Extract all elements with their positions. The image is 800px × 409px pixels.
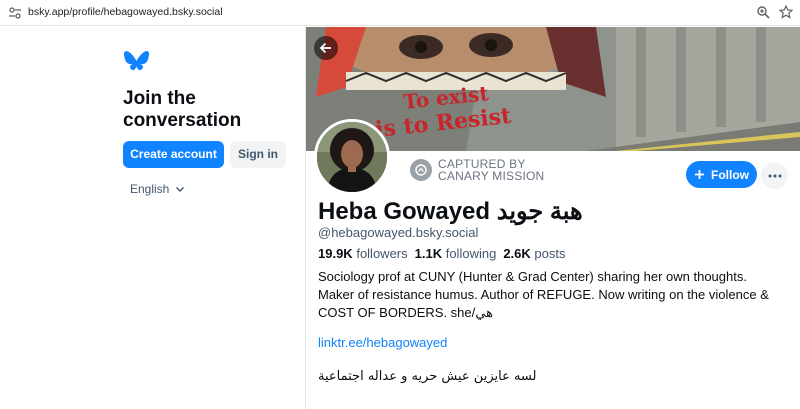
profile-stats: 19.9K followers 1.1K following 2.6K post… (318, 246, 565, 261)
more-options-button[interactable] (761, 162, 788, 189)
join-title: Join the conversation (123, 88, 242, 131)
posts-label: posts (534, 246, 566, 261)
following-stat[interactable]: 1.1K following (415, 246, 497, 261)
bio-arabic-text: لسه عايزين عيش حريه و عداله اجتماعية (318, 369, 537, 384)
canary-mission-icon (410, 159, 432, 181)
posts-stat: 2.6K posts (503, 246, 565, 261)
site-settings-icon[interactable] (8, 6, 22, 20)
following-count: 1.1K (414, 246, 443, 261)
posts-count: 2.6K (503, 246, 531, 261)
display-name: Heba Gowayed هبة جويد (318, 198, 583, 225)
bio-line-2: Maker of resistance humus. Author of REF… (318, 287, 769, 302)
more-dots-icon (768, 174, 781, 177)
back-button[interactable] (314, 36, 338, 60)
address-bar[interactable]: bsky.app/profile/hebagowayed.bsky.social (0, 0, 800, 26)
captured-line-2: CANARY MISSION (438, 169, 545, 183)
bio-link[interactable]: linktr.ee/hebagowayed (318, 335, 447, 350)
follow-button[interactable]: Follow (686, 161, 757, 188)
profile-bio: Sociology prof at CUNY (Hunter & Grad Ce… (318, 268, 788, 322)
follow-label: Follow (711, 167, 749, 182)
plus-icon (695, 170, 704, 179)
captured-badge: CAPTURED BY CANARY MISSION (410, 158, 544, 182)
bookmark-star-icon[interactable] (779, 5, 793, 19)
url-text[interactable]: bsky.app/profile/hebagowayed.bsky.social (28, 6, 223, 18)
following-label: following (445, 246, 497, 261)
create-account-button[interactable]: Create account (123, 141, 224, 168)
chevron-down-icon (176, 187, 185, 192)
followers-label: followers (356, 246, 408, 261)
profile-handle: @hebagowayed.bsky.social (318, 225, 479, 240)
avatar[interactable] (314, 119, 390, 195)
bio-line-3: COST OF BORDERS. she/هي (318, 305, 493, 320)
followers-count: 19.9K (318, 246, 353, 261)
profile-panel: To exist is to Resist CAPTURED BY CANARY… (306, 27, 800, 409)
bio-line-1: Sociology prof at CUNY (Hunter & Grad Ce… (318, 269, 747, 284)
language-label: English (130, 182, 170, 196)
back-arrow-icon (319, 42, 331, 54)
followers-stat[interactable]: 19.9K followers (318, 246, 408, 261)
zoom-icon[interactable] (756, 5, 770, 19)
captured-text: CAPTURED BY CANARY MISSION (438, 158, 544, 182)
sidebar: Join the conversation Create account Sig… (0, 27, 305, 409)
language-select[interactable]: English (130, 182, 185, 196)
bluesky-butterfly-icon[interactable] (123, 50, 150, 74)
avatar-photo (317, 122, 387, 192)
sign-in-button[interactable]: Sign in (230, 141, 286, 168)
